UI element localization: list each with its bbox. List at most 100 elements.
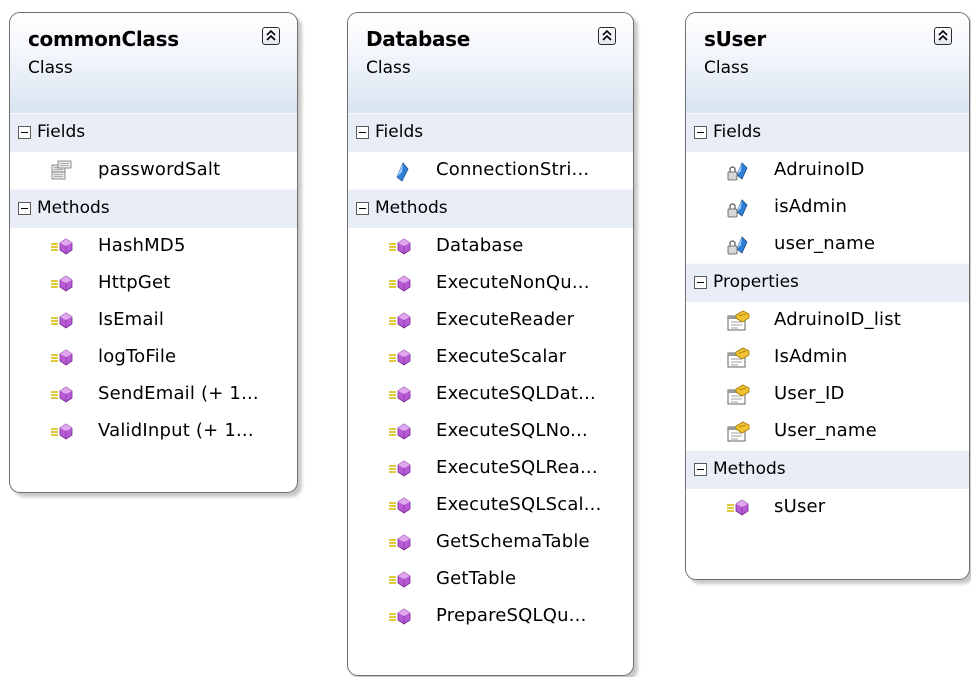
collapse-minus-icon[interactable] [694,126,707,139]
member-label: AdruinoID [774,159,865,180]
field-icon [388,160,412,182]
method-item[interactable]: Database [348,228,633,265]
method-icon [388,273,412,295]
member-label: User_ID [774,383,845,404]
method-item[interactable]: IsEmail [10,302,297,339]
collapse-minus-icon[interactable] [694,463,707,476]
field-item[interactable]: isAdmin [686,189,969,226]
member-label: ExecuteSQLDat... [436,383,596,404]
method-item[interactable]: ExecuteReader [348,302,633,339]
method-item[interactable]: ExecuteNonQu... [348,265,633,302]
member-label: passwordSalt [98,159,221,180]
method-item[interactable]: ValidInput (+ 1... [10,413,297,450]
class-name: commonClass [28,27,179,51]
method-icon [388,458,412,480]
property-icon [726,421,750,443]
section-header-properties[interactable]: Properties [686,263,969,302]
property-icon [726,384,750,406]
section-header-methods[interactable]: Methods [348,189,633,228]
member-label: ExecuteReader [436,309,575,330]
property-item[interactable]: User_ID [686,376,969,413]
member-label: Database [436,235,524,256]
member-label: sUser [774,496,826,517]
field-item[interactable]: ConnectionStri... [348,152,633,189]
method-item[interactable]: ExecuteSQLScal... [348,487,633,524]
method-icon [388,532,412,554]
class-box-database[interactable]: Database Class Fields ConnectionStri... … [347,12,634,676]
member-label: user_name [774,233,876,254]
member-label: HttpGet [98,272,171,293]
member-label: GetTable [436,568,517,589]
method-icon [50,384,74,406]
member-label: SendEmail (+ 1... [98,383,259,404]
method-item[interactable]: PrepareSQLQu... [348,598,633,635]
member-label: GetSchemaTable [436,531,590,552]
method-item[interactable]: ExecuteSQLRea... [348,450,633,487]
method-icon [388,347,412,369]
member-label: ExecuteNonQu... [436,272,590,293]
class-box-commonclass[interactable]: commonClass Class Fields passwordSalt Me… [9,12,298,493]
class-header[interactable]: sUser Class [686,13,969,113]
class-stereotype: Class [366,58,411,78]
method-item[interactable]: GetTable [348,561,633,598]
method-item[interactable]: sUser [686,489,969,526]
section-header-fields[interactable]: Fields [10,113,297,152]
method-icon [388,606,412,628]
property-item[interactable]: User_name [686,413,969,450]
member-label: ExecuteSQLNo... [436,420,588,441]
class-box-suser[interactable]: sUser Class Fields AdruinoID isAdmin use… [685,12,970,580]
class-name: sUser [704,27,766,51]
class-header[interactable]: Database Class [348,13,633,113]
field-item[interactable]: AdruinoID [686,152,969,189]
method-icon [50,347,74,369]
property-icon [726,347,750,369]
section-label: Fields [375,122,424,142]
private-field-icon [726,234,750,256]
method-item[interactable]: HttpGet [10,265,297,302]
section-label: Properties [713,272,799,292]
section-label: Fields [713,122,762,142]
method-item[interactable]: GetSchemaTable [348,524,633,561]
property-item[interactable]: IsAdmin [686,339,969,376]
method-icon [388,569,412,591]
collapse-minus-icon[interactable] [356,202,369,215]
collapse-minus-icon[interactable] [18,126,31,139]
section-header-methods[interactable]: Methods [10,189,297,228]
method-item[interactable]: SendEmail (+ 1... [10,376,297,413]
member-label: logToFile [98,346,177,367]
property-item[interactable]: AdruinoID_list [686,302,969,339]
member-label: ExecuteScalar [436,346,567,367]
method-item[interactable]: ExecuteScalar [348,339,633,376]
member-label: isAdmin [774,196,848,217]
field-item[interactable]: user_name [686,226,969,263]
method-item[interactable]: ExecuteSQLNo... [348,413,633,450]
collapse-chevron-up-icon[interactable] [598,27,616,45]
section-label: Methods [37,198,110,218]
method-item[interactable]: logToFile [10,339,297,376]
method-item[interactable]: HashMD5 [10,228,297,265]
member-label: ExecuteSQLScal... [436,494,602,515]
class-header[interactable]: commonClass Class [10,13,297,113]
collapse-minus-icon[interactable] [694,276,707,289]
section-header-fields[interactable]: Fields [686,113,969,152]
field-item[interactable]: passwordSalt [10,152,297,189]
private-field-icon [50,160,74,182]
member-label: IsAdmin [774,346,848,367]
section-label: Methods [713,459,786,479]
section-header-fields[interactable]: Fields [348,113,633,152]
method-icon [388,495,412,517]
collapse-minus-icon[interactable] [356,126,369,139]
collapse-chevron-up-icon[interactable] [262,27,280,45]
member-label: IsEmail [98,309,165,330]
method-icon [388,236,412,258]
section-label: Methods [375,198,448,218]
method-icon [50,310,74,332]
collapse-chevron-up-icon[interactable] [934,27,952,45]
collapse-minus-icon[interactable] [18,202,31,215]
section-header-methods[interactable]: Methods [686,450,969,489]
section-label: Fields [37,122,86,142]
method-item[interactable]: ExecuteSQLDat... [348,376,633,413]
private-field-icon [726,160,750,182]
member-label: AdruinoID_list [774,309,902,330]
method-icon [388,384,412,406]
